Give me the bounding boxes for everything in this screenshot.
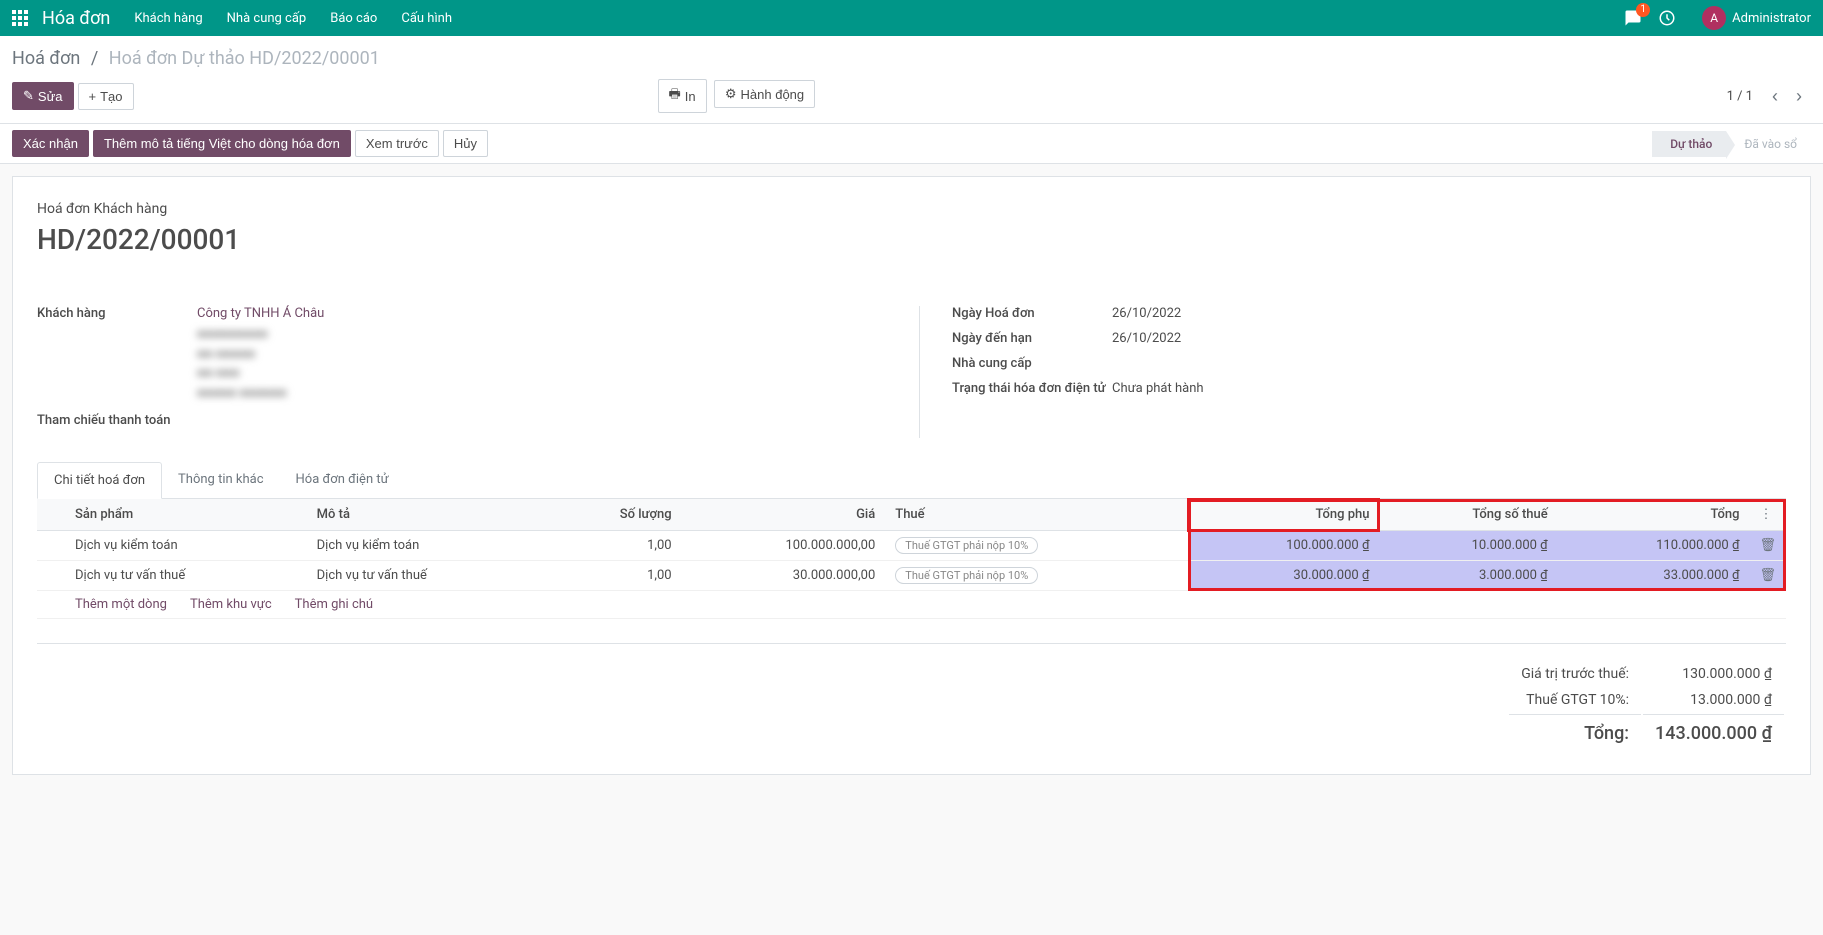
app-brand[interactable]: Hóa đơn <box>42 8 110 29</box>
invoice-lines-table: Sản phẩm Mô tả Số lượng Giá Thuế Tổng ph… <box>37 499 1786 619</box>
top-navbar: Hóa đơn Khách hàng Nhà cung cấp Báo cáo … <box>0 0 1823 36</box>
nav-configuration[interactable]: Cấu hình <box>401 11 452 26</box>
print-button[interactable]: 🖶 In <box>658 79 707 113</box>
column-options-icon[interactable]: ⋮ <box>1749 499 1786 531</box>
value-due-date: 26/10/2022 <box>1112 331 1786 346</box>
label-due-date: Ngày đến hạn <box>952 331 1112 346</box>
plus-icon: + <box>89 89 97 104</box>
cell-subtotal: 30.000.000 ₫ <box>1188 561 1380 591</box>
col-total: Tổng <box>1558 499 1750 531</box>
breadcrumb-root[interactable]: Hoá đơn <box>12 48 80 69</box>
form-subtitle: Hoá đơn Khách hàng <box>37 201 1786 217</box>
untaxed-value: 130.000.000 ₫ <box>1643 662 1784 686</box>
status-bar: Xác nhận Thêm mô tả tiếng Việt cho dòng … <box>0 124 1823 164</box>
total-label: Tổng: <box>1509 714 1641 748</box>
cell-price: 100.000.000,00 <box>682 531 886 561</box>
messages-badge: 1 <box>1636 3 1650 17</box>
pager-prev[interactable]: ‹ <box>1763 84 1787 108</box>
cancel-button[interactable]: Hủy <box>443 130 488 157</box>
breadcrumb: Hoá đơn / Hoá đơn Dự thảo HD/2022/00001 <box>12 36 1811 75</box>
untaxed-label: Giá trị trước thuế: <box>1509 662 1641 686</box>
nav-customers[interactable]: Khách hàng <box>134 11 202 26</box>
delete-row-icon[interactable]: 🗑 <box>1749 561 1786 591</box>
username: Administrator <box>1732 11 1811 26</box>
delete-row-icon[interactable]: 🗑 <box>1749 531 1786 561</box>
cell-description: Dịch vụ tư vấn thuế <box>307 561 549 591</box>
customer-address: ■■■■■■■■■■■ ■■■■■■■ ■■■■■■■■ ■■■■■■ <box>197 325 871 403</box>
cell-tax: Thuế GTGT phải nộp 10% <box>885 561 1187 591</box>
print-icon: 🖶 <box>669 85 681 107</box>
avatar: A <box>1702 6 1726 30</box>
cell-product: Dịch vụ tư vấn thuế <box>65 561 307 591</box>
status-draft[interactable]: Dự thảo <box>1652 131 1726 157</box>
cell-price: 30.000.000,00 <box>682 561 886 591</box>
cell-tax-total: 10.000.000 ₫ <box>1379 531 1557 561</box>
cell-qty: 1,00 <box>548 561 681 591</box>
col-tax-total: Tổng số thuế <box>1379 499 1557 531</box>
tab-other-info[interactable]: Thông tin khác <box>162 462 279 498</box>
label-invoice-date: Ngày Hoá đơn <box>952 306 1112 321</box>
create-button[interactable]: + Tạo <box>78 83 134 110</box>
cell-subtotal: 100.000.000 ₫ <box>1188 531 1380 561</box>
confirm-button[interactable]: Xác nhận <box>12 130 89 157</box>
col-product: Sản phẩm <box>65 499 307 531</box>
cell-tax-total: 3.000.000 ₫ <box>1379 561 1557 591</box>
apps-icon[interactable] <box>12 10 28 26</box>
breadcrumb-current: Hoá đơn Dự thảo HD/2022/00001 <box>109 48 380 69</box>
gear-icon: ⚙ <box>725 86 737 102</box>
actions-button[interactable]: ⚙ Hành động <box>714 80 815 108</box>
pager-next[interactable]: › <box>1787 84 1811 108</box>
col-qty: Số lượng <box>548 499 681 531</box>
value-vendor <box>1112 356 1786 371</box>
preview-button[interactable]: Xem trước <box>355 130 439 157</box>
value-payment-ref <box>197 413 871 428</box>
add-description-button[interactable]: Thêm mô tả tiếng Việt cho dòng hóa đơn <box>93 130 351 157</box>
pencil-icon: ✎ <box>23 88 34 104</box>
cell-product: Dịch vụ kiểm toán <box>65 531 307 561</box>
control-panel: Hoá đơn / Hoá đơn Dự thảo HD/2022/00001 … <box>0 36 1823 124</box>
cell-qty: 1,00 <box>548 531 681 561</box>
tax-label: Thuế GTGT 10%: <box>1509 688 1641 712</box>
cell-description: Dịch vụ kiểm toán <box>307 531 549 561</box>
tax-value: 13.000.000 ₫ <box>1643 688 1784 712</box>
table-row[interactable]: Dịch vụ tư vấn thuếDịch vụ tư vấn thuế1,… <box>37 561 1786 591</box>
pager: 1 / 1 ‹ › <box>1727 84 1811 108</box>
cell-tax: Thuế GTGT phải nộp 10% <box>885 531 1187 561</box>
cell-total: 110.000.000 ₫ <box>1558 531 1750 561</box>
label-customer: Khách hàng <box>37 306 197 403</box>
customer-link[interactable]: Công ty TNHH Á Châu <box>197 306 324 321</box>
tab-invoice-lines[interactable]: Chi tiết hoá đơn <box>37 462 162 499</box>
add-line-link[interactable]: Thêm một dòng <box>75 597 167 612</box>
activities-icon[interactable] <box>1658 9 1676 27</box>
label-payment-ref: Tham chiếu thanh toán <box>37 413 197 428</box>
table-row[interactable]: Dịch vụ kiểm toánDịch vụ kiểm toán1,0010… <box>37 531 1786 561</box>
totals-summary: Giá trị trước thuế: 130.000.000 ₫ Thuế G… <box>1507 660 1786 750</box>
col-description: Mô tả <box>307 499 549 531</box>
value-einvoice-status: Chưa phát hành <box>1112 381 1786 396</box>
tabs: Chi tiết hoá đơn Thông tin khác Hóa đơn … <box>37 462 1786 499</box>
col-subtotal: Tổng phụ <box>1188 499 1380 531</box>
label-vendor: Nhà cung cấp <box>952 356 1112 371</box>
cell-total: 33.000.000 ₫ <box>1558 561 1750 591</box>
col-tax: Thuế <box>885 499 1187 531</box>
messages-icon[interactable]: 1 <box>1624 9 1642 27</box>
nav-vendors[interactable]: Nhà cung cấp <box>227 11 307 26</box>
edit-button[interactable]: ✎ Sửa <box>12 82 74 110</box>
add-section-link[interactable]: Thêm khu vực <box>190 597 272 612</box>
col-price: Giá <box>682 499 886 531</box>
user-menu[interactable]: A Administrator <box>1692 6 1811 30</box>
pager-text: 1 / 1 <box>1727 89 1753 104</box>
total-value: 143.000.000 ₫ <box>1643 714 1784 748</box>
add-note-link[interactable]: Thêm ghi chú <box>295 597 373 612</box>
tab-einvoice[interactable]: Hóa đơn điện tử <box>280 462 405 498</box>
status-posted[interactable]: Đã vào sổ <box>1726 131 1811 157</box>
nav-reports[interactable]: Báo cáo <box>330 11 377 26</box>
form-sheet: Hoá đơn Khách hàng HD/2022/00001 Khách h… <box>12 176 1811 775</box>
form-title: HD/2022/00001 <box>37 223 1786 256</box>
value-invoice-date: 26/10/2022 <box>1112 306 1786 321</box>
label-einvoice-status: Trạng thái hóa đơn điện tử <box>952 381 1112 396</box>
